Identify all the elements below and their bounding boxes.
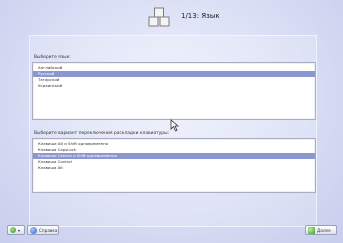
language-list[interactable]: Английский Русский Татарский Украинский (32, 62, 316, 120)
language-item-ukrainian[interactable]: Украинский (33, 83, 315, 89)
mouse-cursor-icon (170, 119, 179, 132)
next-arrow-icon (308, 226, 315, 234)
installer-header: 1/13: Язык (0, 0, 343, 36)
layout-section-label: Выберите вариант переключения раскладки … (34, 131, 170, 136)
next-button[interactable]: Далее (305, 225, 337, 235)
keyboard-switch-list[interactable]: Клавиши Alt и Shift одновременно Клавиша… (32, 138, 316, 193)
step-title: 1/13: Язык (181, 12, 220, 20)
language-section-label: Выберите язык: (34, 55, 71, 60)
help-button-label: Справка (39, 227, 58, 233)
keyboard-cubes-icon (148, 7, 170, 27)
help-icon (30, 226, 37, 234)
help-button[interactable]: Справка (27, 225, 59, 235)
switch-item-alt[interactable]: Клавиша Alt (33, 165, 315, 171)
menu-button[interactable]: ▾ (7, 225, 25, 235)
chevron-down-icon: ▾ (18, 227, 21, 233)
globe-icon (10, 227, 16, 233)
next-button-label: Далее (317, 227, 331, 233)
